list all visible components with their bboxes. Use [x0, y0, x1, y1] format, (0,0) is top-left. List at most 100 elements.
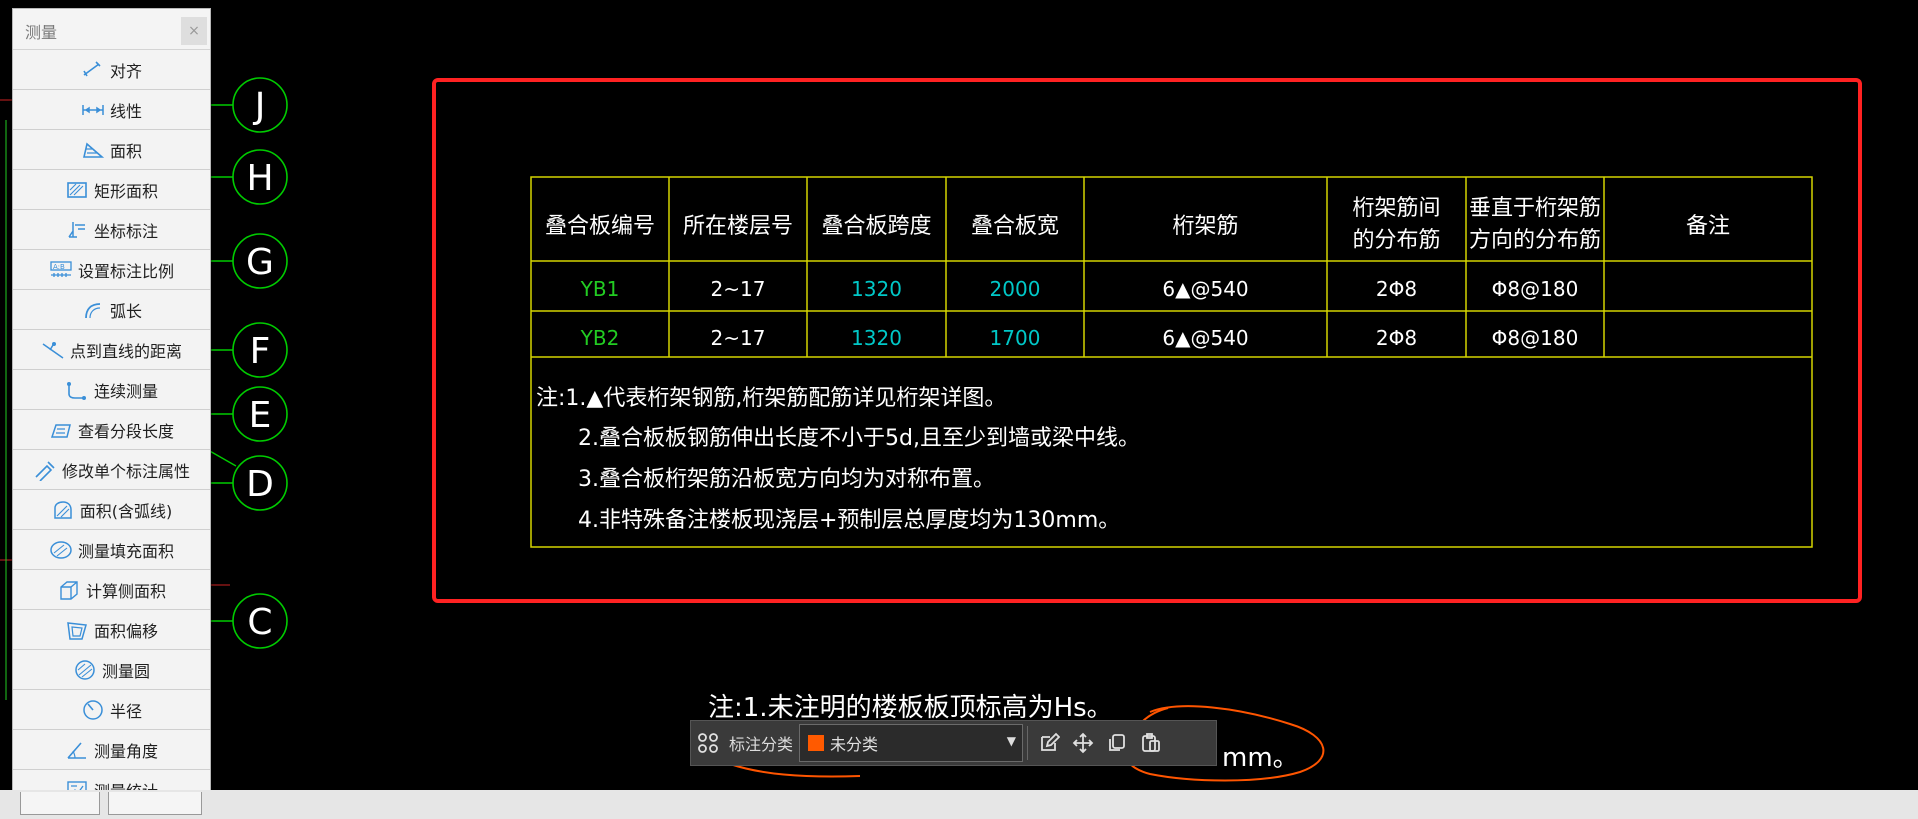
edit-icon[interactable] — [1032, 726, 1066, 760]
tool-label: 查看分段长度 — [77, 421, 174, 441]
scale-icon: A:B — [49, 259, 73, 281]
axis-bubble-G: G — [208, 233, 288, 289]
measure-panel: 测量 × 对齐线性面积矩形面积坐标标注 A:B 设置标注比例弧长点到直线的距离连续测… — [12, 8, 211, 816]
arc-length-icon — [81, 299, 105, 321]
tool-circle-button[interactable]: 测量圆 — [13, 650, 210, 690]
table-header-cell: 备注 — [1686, 214, 1730, 239]
grid-axis-bubbles: JH G FED C — [207, 77, 288, 649]
tool-label: 修改单个标注属性 — [61, 461, 190, 481]
tool-side-area-button[interactable]: 计算侧面积 — [13, 570, 210, 610]
table-note: 注:1.▲代表桁架钢筋,桁架筋配筋详见桁架详图。 — [536, 386, 1006, 411]
axis-label: D — [246, 464, 274, 505]
category-label: 标注分类 — [729, 735, 794, 754]
chevron-down-icon: ▼ — [1006, 734, 1017, 748]
axis-bubble-F: F — [208, 322, 288, 378]
tool-point-line-button[interactable]: 点到直线的距离 — [13, 330, 210, 370]
copy-icon[interactable] — [1100, 726, 1134, 760]
toolbar-divider — [1027, 726, 1029, 760]
point-line-distance-icon — [41, 339, 65, 361]
tool-rect-area-button[interactable]: 矩形面积 — [13, 170, 210, 210]
align-dimension-icon — [81, 59, 105, 81]
tool-label: 设置标注比例 — [77, 261, 174, 281]
table-cell: 1700 — [990, 326, 1041, 350]
tool-radius-button[interactable]: 半径 — [13, 690, 210, 730]
close-icon[interactable]: × — [181, 17, 207, 45]
cad-drawing-canvas[interactable]: JH G FED C 叠合板编号 所在楼层号 叠合板跨度 叠合板宽 桁架筋 桁架筋间的分布筋 垂直… — [0, 0, 1918, 819]
table-cell: 2~17 — [711, 326, 766, 350]
category-select-value: 未分类 — [830, 735, 879, 754]
grid-layout-icon[interactable] — [691, 726, 725, 760]
move-icon[interactable] — [1066, 726, 1100, 760]
rectangle-area-icon — [65, 179, 89, 201]
segment-length-icon — [49, 419, 73, 441]
status-bar — [0, 790, 1918, 819]
tool-label: 点到直线的距离 — [69, 341, 182, 361]
layout-tab[interactable] — [108, 792, 202, 815]
tool-label: 面积(含弧线) — [79, 501, 173, 521]
bottom-note-line1: 注:1.未注明的楼板板顶标高为Hs。 — [708, 693, 1113, 723]
measure-panel-title: 测量 — [25, 23, 58, 42]
axis-label: G — [246, 242, 274, 283]
axis-label: C — [247, 602, 272, 643]
table-header-cell: 方向的分布筋 — [1469, 228, 1601, 253]
table-header-cell: 叠合板编号 — [545, 214, 655, 239]
tool-label: 测量圆 — [101, 661, 150, 681]
table-cell: Φ8@180 — [1492, 326, 1579, 350]
axis-label: F — [250, 331, 271, 372]
tool-area-button[interactable]: 面积 — [13, 130, 210, 170]
table-cell: 2Φ8 — [1376, 277, 1417, 301]
continuous-measure-icon — [65, 379, 89, 401]
axis-bubble-E: E — [208, 386, 288, 442]
tool-continuous-button[interactable]: 连续测量 — [13, 370, 210, 410]
tool-label: 线性 — [109, 101, 142, 121]
measure-circle-icon — [73, 659, 97, 681]
tool-area-arc-button[interactable]: 面积(含弧线) — [13, 490, 210, 530]
tool-area-offset-button[interactable]: 面积偏移 — [13, 610, 210, 650]
table-header-cell: 的分布筋 — [1352, 228, 1440, 253]
table-note: 3.叠合板桁架筋沿板宽方向均为对称布置。 — [578, 467, 995, 492]
table-header-cell: 叠合板宽 — [971, 214, 1059, 239]
table-header-cell: 垂直于桁架筋 — [1469, 196, 1601, 221]
area-arc-icon — [51, 499, 75, 521]
side-area-icon — [57, 579, 81, 601]
tool-linear-button[interactable]: 线性 — [13, 90, 210, 130]
axis-bubble-D: D — [208, 455, 288, 511]
category-select[interactable]: 未分类 ▼ — [799, 724, 1024, 762]
tool-segment-button[interactable]: 查看分段长度 — [13, 410, 210, 450]
table-cell: 2000 — [990, 277, 1041, 301]
fill-area-icon — [49, 539, 73, 561]
paste-icon[interactable] — [1134, 726, 1168, 760]
table-cell: 6▲@540 — [1162, 326, 1248, 350]
table-header-cell: 叠合板跨度 — [821, 214, 931, 239]
tool-label: 面积 — [109, 141, 142, 161]
axis-bubble-J: J — [208, 77, 288, 133]
slab-schedule-table: 叠合板编号 所在楼层号 叠合板跨度 叠合板宽 桁架筋 桁架筋间的分布筋 垂直于桁架筋方向的分… — [530, 176, 1813, 548]
tool-coord-button[interactable]: 坐标标注 — [13, 210, 210, 250]
svg-text:A:B: A:B — [53, 263, 65, 271]
tool-arc-button[interactable]: 弧长 — [13, 290, 210, 330]
tool-modify-button[interactable]: 修改单个标注属性 — [13, 450, 210, 490]
tool-angle-button[interactable]: 测量角度 — [13, 730, 210, 770]
tool-scale-button[interactable]: A:B 设置标注比例 — [13, 250, 210, 290]
tool-fill-area-button[interactable]: 测量填充面积 — [13, 530, 210, 570]
category-color-swatch — [808, 735, 825, 751]
measure-panel-header: 测量 × — [13, 9, 210, 50]
angle-icon — [65, 739, 89, 761]
table-header-cell: 桁架筋 — [1172, 214, 1238, 239]
table-cell: Φ8@180 — [1492, 277, 1579, 301]
bottom-note-line2-tail: mm。 — [1222, 743, 1299, 773]
radius-icon — [81, 699, 105, 721]
modify-dimension-icon — [33, 459, 57, 481]
layout-tab[interactable] — [20, 792, 100, 815]
table-cell: 1320 — [851, 326, 902, 350]
tool-label: 坐标标注 — [93, 221, 158, 241]
table-note: 2.叠合板板钢筋伸出长度不小于5d,且至少到墙或梁中线。 — [578, 426, 1140, 451]
tool-label: 半径 — [109, 701, 142, 721]
axis-bubble-C: C — [208, 593, 288, 649]
table-cell: 2~17 — [711, 277, 766, 301]
dimension-category-toolbar: 标注分类 未分类 ▼ — [690, 720, 1217, 766]
axis-label: J — [253, 86, 266, 127]
area-offset-icon — [65, 619, 89, 641]
axis-label: E — [249, 395, 272, 436]
tool-align-button[interactable]: 对齐 — [13, 50, 210, 90]
